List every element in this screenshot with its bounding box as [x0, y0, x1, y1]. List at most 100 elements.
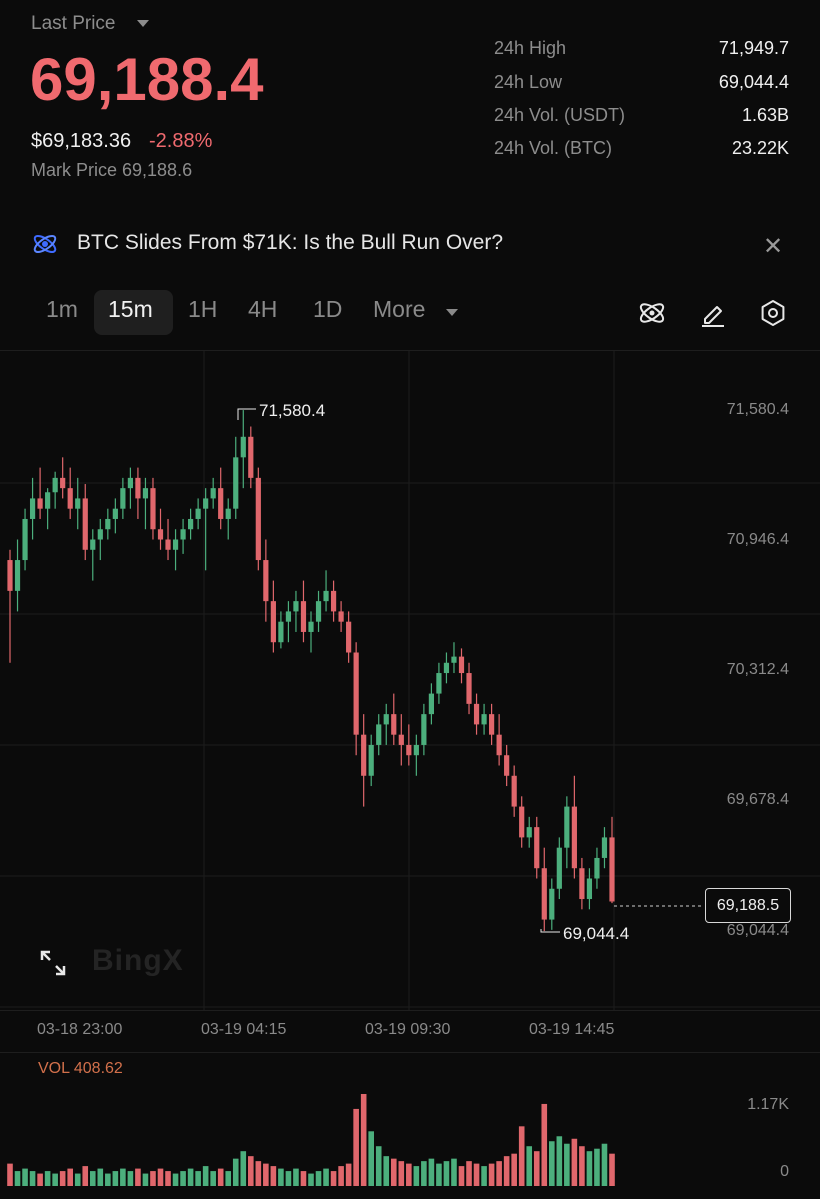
volume-bar: [278, 1168, 284, 1186]
volume-bar: [398, 1161, 405, 1186]
candle-body: [210, 488, 216, 499]
candle-body: [594, 857, 600, 879]
volume-bar: [564, 1143, 570, 1186]
volume-bar: [473, 1163, 480, 1186]
volume-bar: [142, 1173, 149, 1186]
time-axis-label: 03-19 14:45: [529, 1021, 615, 1038]
candle-body: [601, 837, 608, 858]
volume-bar: [436, 1163, 442, 1186]
tab-more[interactable]: More: [373, 296, 425, 323]
candle-body: [428, 693, 434, 715]
candle-body: [571, 806, 577, 869]
close-icon[interactable]: ✕: [763, 232, 783, 261]
candle-body: [413, 744, 419, 756]
volume-bar: [150, 1171, 156, 1186]
volume-bar: [52, 1173, 58, 1186]
volume-bar: [300, 1171, 307, 1186]
volume-bar: [59, 1171, 66, 1186]
time-axis-label: 03-19 04:15: [201, 1021, 287, 1038]
candle-body: [421, 714, 427, 745]
tab-15m[interactable]: 15m: [108, 296, 153, 323]
settings-icon[interactable]: [757, 297, 789, 329]
volume-bar: [526, 1146, 533, 1186]
volume-bar: [127, 1171, 134, 1186]
volume-bar: [609, 1153, 615, 1186]
volume-bar: [383, 1156, 390, 1186]
stat-value-vol-usdt: 1.63B: [741, 105, 789, 125]
candle-body: [45, 492, 51, 509]
volume-bar: [594, 1148, 600, 1186]
tab-1h[interactable]: 1H: [188, 296, 217, 323]
volume-bar: [345, 1163, 352, 1186]
candle-body: [398, 734, 404, 745]
low-price-marker: 69,044.4: [563, 924, 630, 943]
candle-body: [60, 477, 66, 489]
candle-body: [541, 868, 547, 920]
candle-body: [14, 560, 21, 591]
candle-body: [285, 611, 292, 622]
volume-bar: [488, 1163, 495, 1186]
volume-bar: [443, 1161, 450, 1186]
candle-body: [443, 662, 450, 674]
news-headline[interactable]: BTC Slides From $71K: Is the Bull Run Ov…: [77, 231, 503, 255]
stat-value-24h-low: 69,044.4: [718, 72, 789, 92]
volume-bar: [353, 1108, 359, 1186]
candle-body: [346, 621, 352, 653]
candle-body: [579, 868, 585, 900]
candle-body: [451, 656, 457, 663]
volume-bar: [556, 1136, 563, 1186]
last-price-label[interactable]: Last Price: [31, 13, 115, 35]
volume-bar: [14, 1171, 21, 1186]
tab-4h[interactable]: 4H: [248, 296, 277, 323]
volume-bar: [503, 1156, 510, 1186]
candle-body: [180, 529, 186, 540]
brand-watermark: BingX: [92, 944, 184, 977]
price-axis-label: 69,678.4: [726, 791, 789, 808]
volume-bar: [428, 1158, 435, 1186]
volume-bar: [232, 1158, 239, 1186]
tab-1m[interactable]: 1m: [46, 296, 78, 323]
pencil-icon[interactable]: [697, 297, 729, 329]
volume-divider: [0, 1052, 820, 1053]
current-price-tag: 69,188.5: [705, 888, 791, 923]
volume-bar: [533, 1151, 540, 1186]
price-axis-label: 71,580.4: [726, 401, 789, 418]
fullscreen-icon[interactable]: [38, 948, 68, 978]
candle-body: [97, 529, 103, 540]
candlestick-chart[interactable]: [0, 351, 820, 1011]
volume-bar: [293, 1168, 299, 1186]
candle-body: [82, 498, 88, 550]
volume-bar: [248, 1156, 254, 1186]
price-axis-label: 69,044.4: [726, 922, 789, 939]
candle-body: [391, 714, 397, 735]
indicator-atom-icon[interactable]: [636, 297, 668, 329]
volume-bar: [511, 1153, 517, 1186]
high-marker-line: [237, 408, 256, 420]
candle-body: [233, 457, 239, 509]
volume-bar: [225, 1171, 232, 1186]
volume-bar: [172, 1173, 179, 1186]
candle-body: [22, 518, 28, 561]
volume-bar: [496, 1161, 502, 1186]
candle-body: [52, 477, 58, 493]
volume-bar: [549, 1141, 555, 1186]
candle-body: [511, 775, 517, 807]
volume-bar: [338, 1166, 344, 1186]
tab-1d[interactable]: 1D: [313, 296, 342, 323]
candle-body: [248, 436, 254, 478]
more-caret-icon[interactable]: [446, 309, 458, 316]
news-atom-icon[interactable]: [30, 229, 60, 259]
candle-body: [263, 560, 269, 602]
volume-bar: [458, 1166, 465, 1186]
caret-down-icon[interactable]: [137, 20, 149, 27]
candle-body: [526, 827, 532, 838]
candle-body: [278, 621, 284, 643]
volume-bar: [466, 1161, 472, 1186]
volume-bar: [105, 1173, 111, 1186]
stat-label-24h-low: 24h Low: [494, 72, 563, 92]
stat-value-24h-high: 71,949.7: [718, 38, 789, 58]
volume-bar: [44, 1171, 51, 1186]
volume-bar: [315, 1171, 322, 1186]
candle-body: [406, 744, 412, 756]
candle-body: [519, 806, 525, 838]
